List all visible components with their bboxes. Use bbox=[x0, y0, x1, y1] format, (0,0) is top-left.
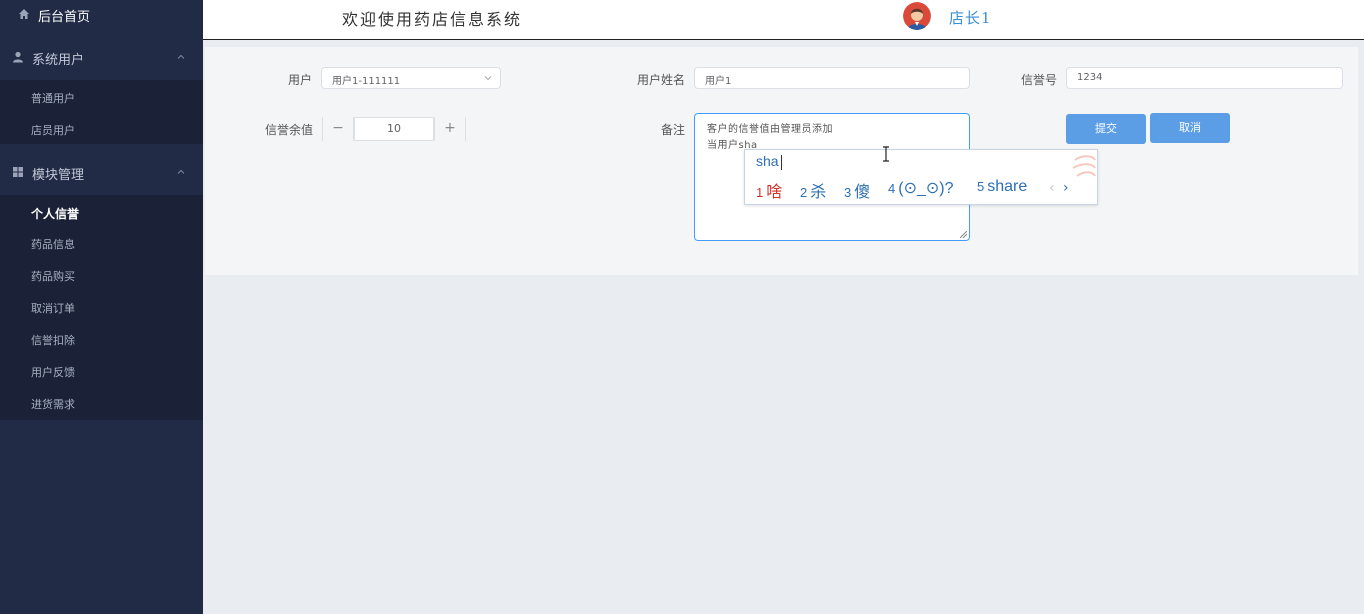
text-caret bbox=[781, 155, 782, 170]
chevron-down-icon bbox=[484, 76, 492, 81]
sidebar-item-label: 取消订单 bbox=[31, 302, 75, 315]
user-name[interactable]: 店长1 bbox=[949, 7, 992, 28]
chevron-up-icon bbox=[177, 169, 185, 174]
sidebar-item-label: 信誉扣除 bbox=[31, 334, 75, 347]
candidate-number: 2 bbox=[800, 185, 808, 200]
sidebar-item-normal-users[interactable]: 普通用户 bbox=[0, 81, 203, 113]
sidebar-group-label: 系统用户 bbox=[32, 53, 85, 68]
sidebar-group-system-users[interactable]: 系统用户 bbox=[0, 34, 203, 80]
candidate-number: 1 bbox=[756, 185, 764, 200]
increment-button[interactable]: + bbox=[434, 117, 466, 141]
username-input[interactable]: 用户1 bbox=[694, 67, 970, 89]
sidebar-group-label: 模块管理 bbox=[32, 168, 85, 183]
ime-candidate[interactable]: 2杀 bbox=[800, 178, 826, 202]
decrement-button[interactable]: − bbox=[322, 117, 354, 141]
candidate-number: 3 bbox=[844, 185, 852, 200]
candidate-text: share bbox=[987, 178, 1028, 195]
avatar[interactable] bbox=[903, 2, 931, 30]
candidate-text: 傻 bbox=[854, 184, 871, 201]
chevron-up-icon bbox=[177, 54, 185, 59]
sidebar-group-module-management[interactable]: 模块管理 bbox=[0, 149, 203, 195]
credit-balance-stepper: − 10 + bbox=[322, 117, 466, 141]
cancel-button[interactable]: 取消 bbox=[1150, 113, 1230, 143]
ime-candidate-window: sha 1啥 2杀 3傻 4 (⊙_⊙)? 5 share ‹ › bbox=[744, 149, 1098, 205]
sidebar-submenu-system-users: 普通用户 店员用户 bbox=[0, 80, 203, 144]
sidebar-item-label: 普通用户 bbox=[31, 92, 75, 105]
remark-line-1: 客户的信誉值由管理员添加 bbox=[707, 124, 833, 135]
sidebar-item-restock-demand[interactable]: 进货需求 bbox=[0, 387, 203, 419]
candidate-text: (⊙_⊙)? bbox=[898, 180, 954, 197]
ime-candidate[interactable]: 1啥 bbox=[756, 178, 782, 202]
remark-label: 备注 bbox=[660, 123, 685, 137]
user-select[interactable]: 用户1-111111 bbox=[321, 67, 501, 89]
sidebar-item-clerk-users[interactable]: 店员用户 bbox=[0, 113, 203, 145]
sidebar-item-credit-deduction[interactable]: 信誉扣除 bbox=[0, 323, 203, 355]
ime-candidate[interactable]: 3傻 bbox=[844, 178, 870, 202]
sidebar-item-drug-purchase[interactable]: 药品购买 bbox=[0, 259, 203, 291]
sidebar-item-home[interactable]: 后台首页 bbox=[0, 0, 203, 32]
credit-balance-label: 信誉余值 bbox=[264, 123, 313, 137]
avatar-icon bbox=[903, 2, 931, 30]
ime-prev-page-icon[interactable]: ‹ bbox=[1049, 180, 1055, 196]
ime-composition: sha bbox=[756, 153, 779, 169]
submit-button[interactable]: 提交 bbox=[1066, 114, 1146, 144]
sidebar-item-label: 个人信誉 bbox=[31, 207, 80, 221]
username-field-label: 用户姓名 bbox=[636, 73, 685, 87]
candidate-number: 4 bbox=[888, 181, 896, 196]
username-input-value: 用户1 bbox=[705, 76, 732, 87]
home-icon bbox=[19, 9, 29, 19]
ime-candidate[interactable]: 5 share bbox=[977, 178, 1027, 196]
sidebar-item-label: 药品信息 bbox=[31, 238, 75, 251]
resize-grip-icon[interactable] bbox=[960, 231, 967, 238]
credit-number-label: 信誉号 bbox=[1020, 73, 1057, 87]
credit-number-value: 1234 bbox=[1077, 72, 1103, 83]
sidebar-item-label: 用户反馈 bbox=[31, 366, 75, 379]
sidebar: 后台首页 系统用户 普通用户 店员用户 模块管理 个人信誉 药品信息 药品购买 … bbox=[0, 0, 203, 614]
sidebar-item-user-feedback[interactable]: 用户反馈 bbox=[0, 355, 203, 387]
candidate-number: 5 bbox=[977, 179, 985, 194]
ime-logo-icon bbox=[1072, 155, 1096, 177]
user-field-label: 用户 bbox=[287, 73, 312, 87]
sidebar-item-drug-info[interactable]: 药品信息 bbox=[0, 227, 203, 259]
top-header: 欢迎使用药店信息系统 店长1 bbox=[203, 0, 1364, 40]
sidebar-item-label: 进货需求 bbox=[31, 398, 75, 411]
sidebar-item-label: 药品购买 bbox=[31, 270, 75, 283]
user-select-value: 用户1-111111 bbox=[332, 76, 401, 87]
sidebar-item-cancel-order[interactable]: 取消订单 bbox=[0, 291, 203, 323]
sidebar-item-label: 店员用户 bbox=[31, 124, 75, 137]
candidate-text: 杀 bbox=[810, 184, 827, 201]
text-cursor-icon bbox=[883, 146, 889, 162]
grid-icon bbox=[13, 167, 23, 177]
credit-number-input[interactable]: 1234 bbox=[1066, 67, 1343, 89]
user-icon bbox=[13, 51, 23, 63]
credit-balance-input[interactable]: 10 bbox=[354, 117, 434, 141]
app-title: 欢迎使用药店信息系统 bbox=[342, 10, 523, 29]
sidebar-home-label: 后台首页 bbox=[38, 10, 91, 25]
sidebar-item-personal-credit[interactable]: 个人信誉 bbox=[0, 196, 203, 228]
candidate-text: 啥 bbox=[766, 184, 783, 201]
sidebar-submenu-module-management: 个人信誉 药品信息 药品购买 取消订单 信誉扣除 用户反馈 进货需求 bbox=[0, 195, 203, 420]
ime-candidate[interactable]: 4 (⊙_⊙)? bbox=[888, 178, 954, 198]
